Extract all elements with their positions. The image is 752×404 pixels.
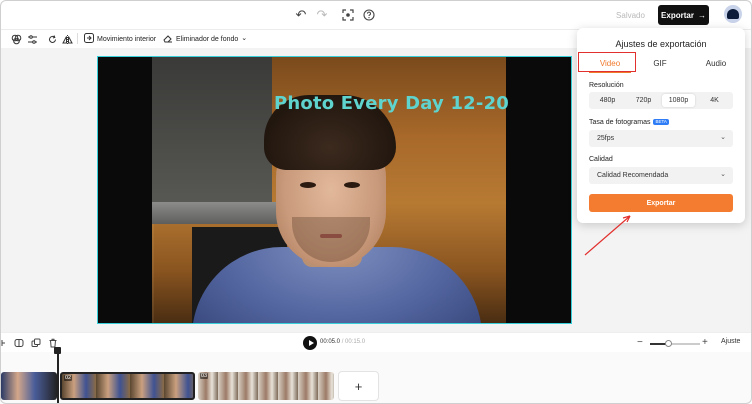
eraser-icon xyxy=(163,33,173,45)
zoom-slider-handle[interactable] xyxy=(665,340,672,347)
resolution-option-4k[interactable]: 4K xyxy=(698,94,731,107)
export-button-label: Exportar xyxy=(661,10,694,20)
zoom-in-icon[interactable]: + xyxy=(702,337,708,348)
frame-rate-label-row: Tasa de fotogramas BETA xyxy=(589,119,669,126)
rotate-icon[interactable] xyxy=(46,33,58,45)
resolution-option-1080p[interactable]: 1080p xyxy=(662,94,695,107)
resolution-selector: 480p 720p 1080p 4K xyxy=(589,92,733,109)
top-bar: ↶ ↷ Salvado Exportar → xyxy=(0,0,752,30)
resolution-label: Resolución xyxy=(589,82,624,89)
background-remover-tool[interactable]: Eliminador de fondo ⌄ xyxy=(163,32,247,46)
motion-icon xyxy=(84,33,94,45)
resolution-option-720p[interactable]: 720p xyxy=(627,94,660,107)
flip-icon[interactable] xyxy=(61,33,73,45)
export-button[interactable]: Exportar → xyxy=(658,5,709,25)
video-preview[interactable]: Photo Every Day 12-20 xyxy=(97,56,572,324)
tab-gif[interactable]: GIF xyxy=(639,55,681,72)
clip-number: 02 xyxy=(64,375,73,381)
frame-rate-value: 25fps xyxy=(597,135,615,142)
zoom-out-icon[interactable]: − xyxy=(637,337,643,348)
play-button[interactable] xyxy=(303,336,317,350)
interior-motion-tool[interactable]: Movimiento interior xyxy=(84,32,156,46)
duplicate-icon[interactable] xyxy=(30,337,41,348)
timeline-clip[interactable]: 03 xyxy=(198,372,334,400)
fit-button[interactable]: Ajuste xyxy=(717,336,744,347)
video-title-overlay[interactable]: Photo Every Day 12-20 xyxy=(274,93,509,114)
avatar[interactable] xyxy=(724,5,742,23)
add-clip-button[interactable]: + xyxy=(338,371,379,401)
screenshot-icon[interactable] xyxy=(341,8,355,22)
timeline-controls: 00:05.0 / 00:15.0 − + Ajuste xyxy=(0,332,752,352)
chevron-down-icon: ⌄ xyxy=(241,34,248,42)
timeline-clip[interactable] xyxy=(1,372,57,400)
panel-title: Ajustes de exportación xyxy=(615,39,707,49)
annotation-highlight-box xyxy=(578,52,636,72)
frame-rate-label: Tasa de fotogramas xyxy=(589,119,651,126)
motion-label: Movimiento interior xyxy=(97,35,157,43)
filters-icon[interactable] xyxy=(10,33,22,45)
chevron-down-icon: ⌄ xyxy=(720,171,726,178)
editing-toolbar: Movimiento interior Eliminador de fondo … xyxy=(0,30,580,48)
redo-icon[interactable]: ↷ xyxy=(315,7,329,22)
arrow-right-icon: → xyxy=(697,10,706,20)
tab-audio[interactable]: Audio xyxy=(695,55,737,72)
quality-label: Calidad xyxy=(589,156,613,163)
trim-icon[interactable] xyxy=(13,337,24,348)
frame-rate-select[interactable]: 25fps ⌄ xyxy=(589,130,733,147)
help-icon[interactable] xyxy=(362,8,376,22)
background-remover-label: Eliminador de fondo xyxy=(176,35,239,43)
saved-status-button: Salvado xyxy=(616,10,645,20)
annotation-arrow-icon xyxy=(584,215,631,256)
total-time: 00:15.0 xyxy=(345,339,366,345)
undo-icon[interactable]: ↶ xyxy=(294,7,308,22)
playhead[interactable] xyxy=(57,349,59,404)
timeline-clip[interactable]: 02 xyxy=(60,372,195,400)
current-time: 00:05.0 xyxy=(320,339,341,345)
quality-value: Calidad Recomendada xyxy=(597,172,669,179)
resolution-option-480p[interactable]: 480p xyxy=(591,94,624,107)
adjust-icon[interactable] xyxy=(26,33,38,45)
chevron-down-icon: ⌄ xyxy=(720,134,726,141)
clip-number: 03 xyxy=(200,373,209,379)
beta-badge: BETA xyxy=(653,119,669,126)
timecode: 00:05.0 / 00:15.0 xyxy=(320,339,366,345)
quality-select[interactable]: Calidad Recomendada ⌄ xyxy=(589,167,733,184)
split-icon[interactable] xyxy=(0,337,11,348)
